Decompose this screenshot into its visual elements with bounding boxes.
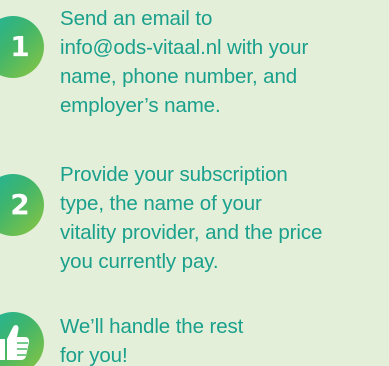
step-1-number: 1 bbox=[10, 30, 30, 63]
step-1-badge: 1 bbox=[0, 16, 44, 78]
step-1: 1 Send an email to info@ods-vitaal.nl wi… bbox=[0, 0, 389, 130]
steps-panel: { "steps": [ { "number": "1", "lines": [… bbox=[0, 0, 389, 366]
step-2-line: vitality provider, and the price bbox=[60, 221, 323, 244]
step-1-text: Send an email to info@ods-vitaal.nl with… bbox=[60, 4, 385, 120]
step-1-line: info@ods-vitaal.nl with your bbox=[60, 36, 309, 59]
step-1-line: Send an email to bbox=[60, 7, 213, 30]
step-3-text: We’ll handle the rest for you! bbox=[60, 312, 385, 366]
step-3: We’ll handle the rest for you! bbox=[0, 304, 389, 366]
step-2-line: you currently pay. bbox=[60, 250, 219, 273]
step-2-number: 2 bbox=[10, 188, 30, 221]
thumbs-up-icon bbox=[0, 325, 30, 360]
step-2: 2 Provide your subscription type, the na… bbox=[0, 152, 389, 300]
step-3-line: for you! bbox=[60, 344, 128, 366]
step-2-text: Provide your subscription type, the name… bbox=[60, 160, 385, 276]
step-1-line: employer’s name. bbox=[60, 94, 221, 117]
step-1-line: name, phone number, and bbox=[60, 65, 298, 88]
step-3-badge bbox=[0, 312, 44, 366]
step-2-line: type, the name of your bbox=[60, 192, 262, 215]
step-2-badge: 2 bbox=[0, 174, 44, 236]
step-3-line: We’ll handle the rest bbox=[60, 315, 244, 338]
step-2-line: Provide your subscription bbox=[60, 163, 288, 186]
